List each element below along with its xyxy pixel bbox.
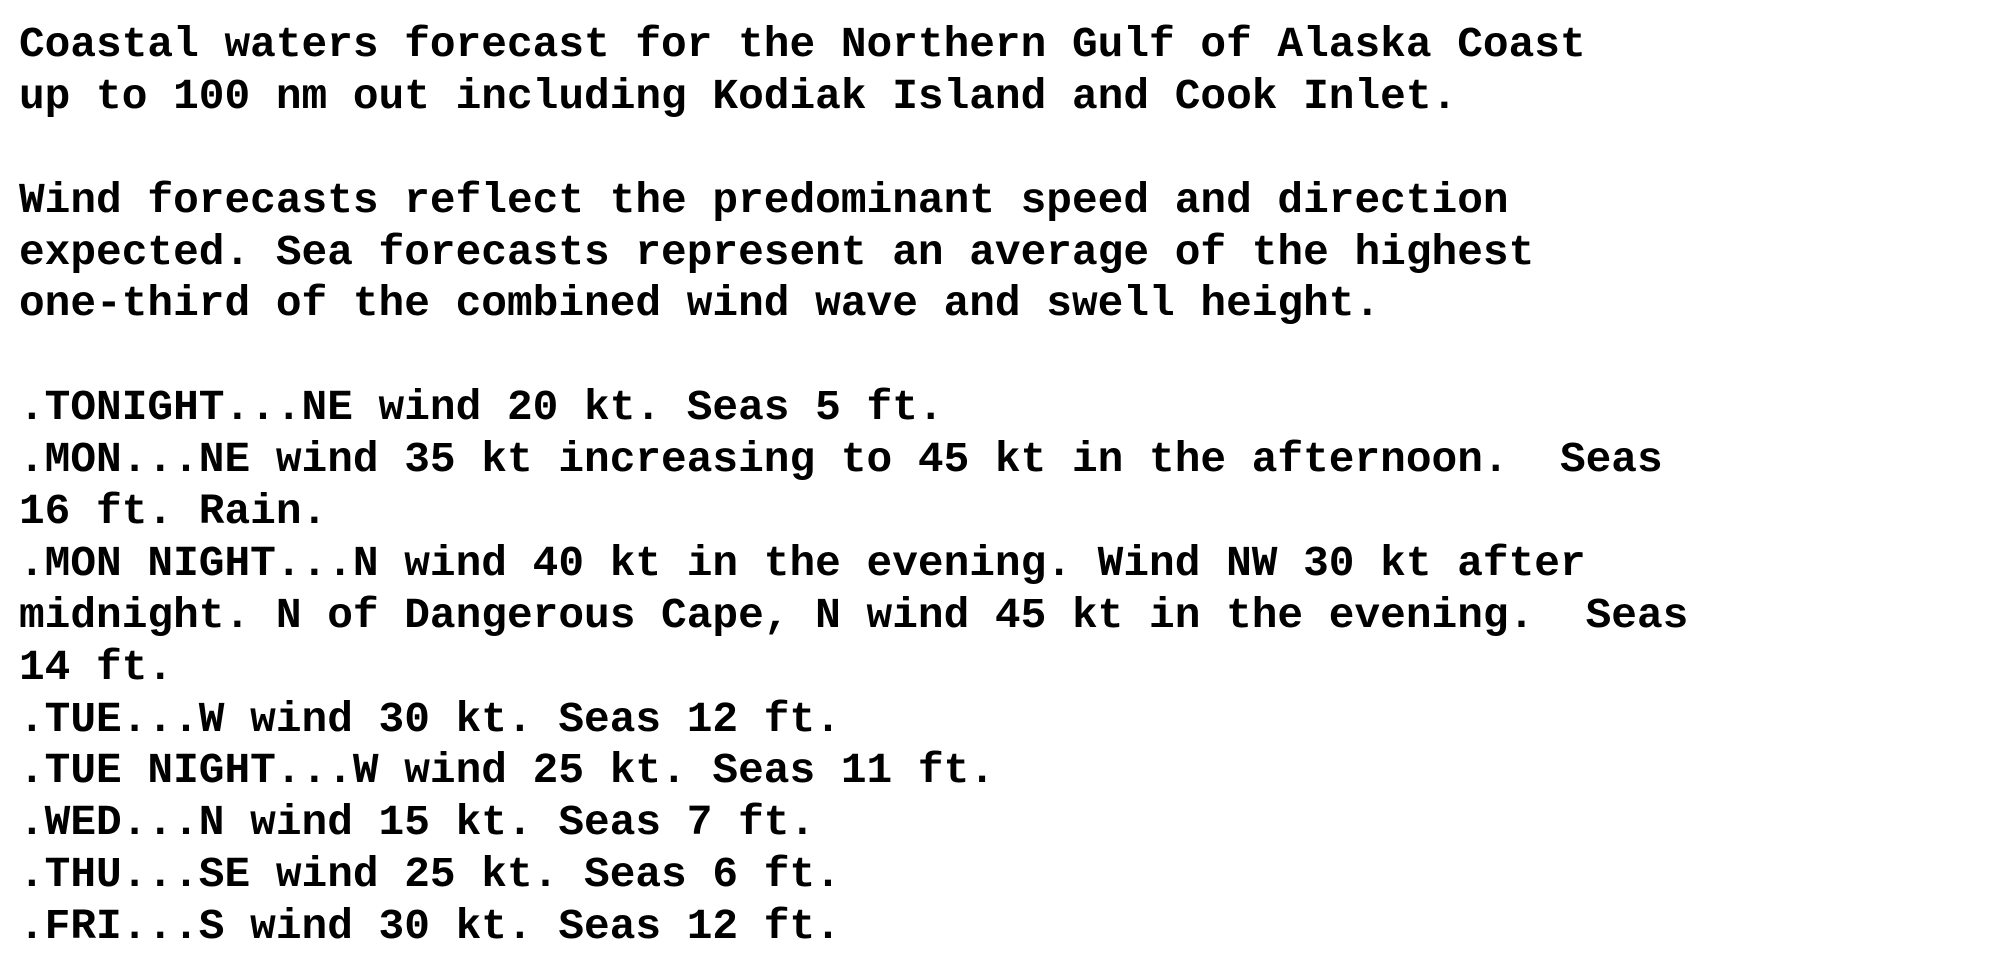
forecast-mon-cont: 16 ft. Rain. xyxy=(19,487,328,537)
forecast-document: Coastal waters forecast for the Northern… xyxy=(19,19,1688,953)
forecast-thu: .THU...SE wind 25 kt. Seas 6 ft. xyxy=(19,850,841,900)
explanation-line-1: Wind forecasts reflect the predominant s… xyxy=(19,175,1509,225)
forecast-mon-night-cont-2: 14 ft. xyxy=(19,642,174,692)
explanation-line-2: expected. Sea forecasts represent an ave… xyxy=(19,227,1535,277)
forecast-mon-night: .MON NIGHT...N wind 40 kt in the evening… xyxy=(19,538,1586,588)
forecast-tue: .TUE...W wind 30 kt. Seas 12 ft. xyxy=(19,694,841,744)
forecast-mon: .MON...NE wind 35 kt increasing to 45 kt… xyxy=(19,435,1663,485)
forecast-wed: .WED...N wind 15 kt. Seas 7 ft. xyxy=(19,798,816,848)
forecast-mon-night-cont-1: midnight. N of Dangerous Cape, N wind 45… xyxy=(19,590,1689,640)
forecast-tue-night: .TUE NIGHT...W wind 25 kt. Seas 11 ft. xyxy=(19,746,995,796)
explanation-line-3: one-third of the combined wind wave and … xyxy=(19,279,1381,329)
intro-line-2: up to 100 nm out including Kodiak Island… xyxy=(19,71,1458,121)
intro-line-1: Coastal waters forecast for the Northern… xyxy=(19,20,1586,69)
forecast-fri: .FRI...S wind 30 kt. Seas 12 ft. xyxy=(19,902,841,952)
forecast-tonight: .TONIGHT...NE wind 20 kt. Seas 5 ft. xyxy=(19,383,944,433)
